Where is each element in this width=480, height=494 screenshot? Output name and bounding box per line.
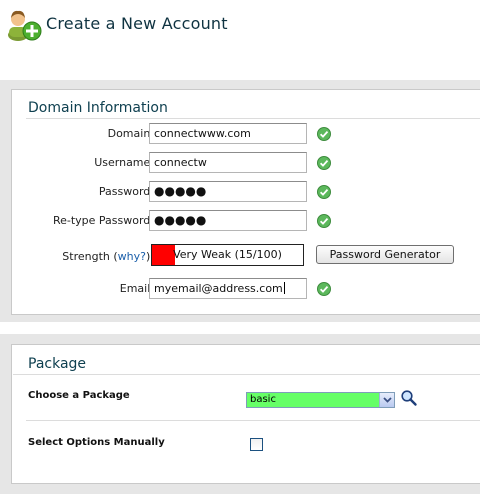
why-link[interactable]: why? bbox=[118, 250, 146, 263]
retype-password-input[interactable]: ●●●●● bbox=[149, 210, 307, 231]
username-input[interactable]: connectw bbox=[149, 152, 307, 173]
choose-package-label: Choose a Package bbox=[28, 390, 130, 401]
retype-password-row: Re-type Password: ●●●●● bbox=[0, 210, 470, 234]
package-row-divider bbox=[26, 420, 480, 421]
username-label: Username: bbox=[94, 156, 154, 169]
text-caret bbox=[283, 282, 285, 294]
username-value: connectw bbox=[154, 156, 207, 169]
green-check-icon bbox=[317, 185, 331, 199]
password-row: Password: ●●●●● bbox=[0, 181, 470, 205]
domain-label: Domain: bbox=[107, 127, 154, 140]
strength-meter: Very Weak (15/100) bbox=[151, 244, 304, 266]
email-input[interactable]: myemail@address.com bbox=[149, 278, 307, 299]
domain-input[interactable]: connectwww.com bbox=[149, 123, 307, 144]
password-input[interactable]: ●●●●● bbox=[149, 181, 307, 202]
green-check-icon bbox=[317, 214, 331, 228]
manual-options-label: Select Options Manually bbox=[28, 437, 165, 448]
page-header: Create a New Account bbox=[0, 0, 480, 50]
username-row: Username: connectw bbox=[0, 152, 470, 176]
manual-options-checkbox[interactable] bbox=[250, 438, 263, 451]
password-label: Password: bbox=[98, 185, 154, 198]
domain-row: Domain: connectwww.com bbox=[0, 123, 470, 147]
retype-password-label: Re-type Password: bbox=[52, 214, 154, 227]
magnifier-icon[interactable] bbox=[400, 389, 418, 407]
green-check-icon bbox=[317, 282, 331, 296]
email-row: Email: myemail@address.com bbox=[0, 278, 470, 302]
package-section-title: Package bbox=[28, 356, 87, 372]
add-user-icon bbox=[8, 10, 42, 41]
green-check-icon bbox=[317, 127, 331, 141]
domain-value: connectwww.com bbox=[154, 127, 251, 140]
password-generator-button[interactable]: Password Generator bbox=[316, 245, 454, 264]
package-select-value: basic bbox=[250, 394, 276, 405]
package-select[interactable]: basic bbox=[246, 392, 395, 408]
email-value: myemail@address.com bbox=[154, 282, 283, 295]
green-check-icon bbox=[317, 156, 331, 170]
strength-label: Strength (why?): bbox=[62, 250, 154, 263]
retype-password-mask: ●●●●● bbox=[154, 213, 207, 227]
password-mask: ●●●●● bbox=[154, 184, 207, 198]
strength-text: Very Weak (15/100) bbox=[173, 248, 282, 261]
strength-row: Strength (why?): Very Weak (15/100) Pass… bbox=[0, 244, 470, 270]
page-title: Create a New Account bbox=[46, 14, 228, 33]
package-section-divider bbox=[13, 374, 480, 375]
strength-label-text: Strength ( bbox=[62, 250, 118, 263]
domain-section-title: Domain Information bbox=[28, 100, 168, 116]
chevron-down-icon[interactable] bbox=[379, 393, 394, 407]
domain-section-divider bbox=[26, 118, 480, 119]
